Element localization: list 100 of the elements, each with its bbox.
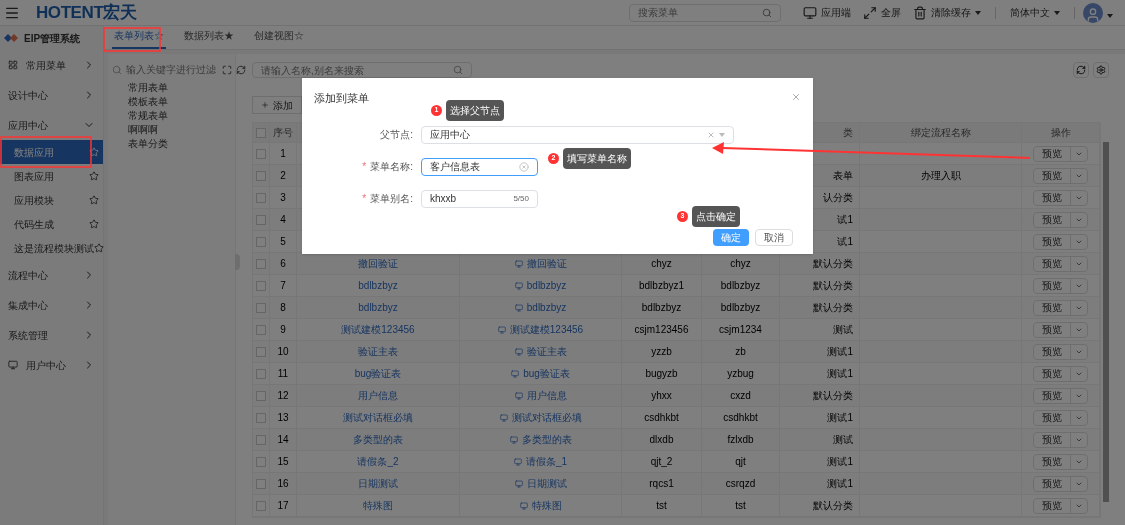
refresh-icon[interactable] bbox=[236, 64, 246, 75]
object-link[interactable]: 用户信息 bbox=[514, 388, 567, 403]
header-action[interactable]: 应用端 bbox=[803, 5, 851, 20]
tab[interactable]: 创建视图☆ bbox=[252, 28, 306, 49]
sidebar-item[interactable]: 应用中心 bbox=[0, 110, 103, 140]
form-link[interactable]: 多类型的表 bbox=[353, 432, 403, 447]
header-action[interactable]: 简体中文 bbox=[1010, 5, 1060, 20]
preview-button[interactable]: 预览 bbox=[1033, 321, 1088, 338]
sidebar-item[interactable]: 用户中心 bbox=[0, 350, 103, 380]
form-link[interactable]: 特殊图 bbox=[363, 498, 393, 513]
sidebar-item[interactable]: 集成中心 bbox=[0, 290, 103, 320]
object-link[interactable]: 特殊图 bbox=[519, 498, 562, 513]
preview-button[interactable]: 预览 bbox=[1033, 475, 1088, 492]
checkbox[interactable] bbox=[256, 456, 266, 467]
object-link[interactable]: 请假条_1 bbox=[513, 454, 568, 469]
sidebar-item[interactable]: 设计中心 bbox=[0, 80, 103, 110]
checkbox[interactable] bbox=[256, 324, 266, 335]
close-icon[interactable] bbox=[791, 92, 801, 102]
object-link[interactable]: bug验证表 bbox=[511, 366, 570, 381]
checkbox[interactable] bbox=[256, 500, 266, 511]
checkbox[interactable] bbox=[256, 412, 266, 423]
checkbox[interactable] bbox=[256, 390, 266, 401]
preview-button[interactable]: 预览 bbox=[1033, 145, 1088, 162]
sidebar-item[interactable]: 系统管理 bbox=[0, 320, 103, 350]
settings-button[interactable] bbox=[1093, 62, 1109, 78]
checkbox[interactable] bbox=[256, 346, 266, 357]
star-icon[interactable] bbox=[89, 171, 99, 181]
checkbox[interactable] bbox=[256, 258, 266, 269]
tree-item[interactable]: 常用表单 bbox=[128, 81, 168, 95]
text-field[interactable]: 客户信息表 bbox=[421, 157, 538, 176]
clear-icon[interactable] bbox=[707, 130, 715, 139]
preview-button[interactable]: 预览 bbox=[1033, 211, 1088, 228]
checkbox[interactable] bbox=[256, 192, 266, 203]
form-link[interactable]: 用户信息 bbox=[358, 388, 398, 403]
checkbox[interactable] bbox=[256, 368, 266, 379]
sidebar-subitem[interactable]: 数据应用 bbox=[0, 140, 103, 164]
checkbox[interactable] bbox=[256, 236, 266, 247]
cancel-button[interactable]: 取消 bbox=[755, 228, 793, 246]
preview-button[interactable]: 预览 bbox=[1033, 233, 1088, 250]
checkbox[interactable] bbox=[256, 478, 266, 489]
checkbox[interactable] bbox=[256, 434, 266, 445]
preview-button[interactable]: 预览 bbox=[1033, 387, 1088, 404]
preview-button[interactable]: 预览 bbox=[1033, 409, 1088, 426]
clear-icon[interactable] bbox=[519, 161, 529, 172]
preview-button[interactable]: 预览 bbox=[1033, 277, 1088, 294]
sidebar-subitem[interactable]: 这是流程模块测试 bbox=[0, 236, 103, 260]
refresh-button[interactable] bbox=[1073, 62, 1089, 78]
object-link[interactable]: 日期测试 bbox=[514, 476, 567, 491]
form-link[interactable]: 日期测试 bbox=[358, 476, 398, 491]
preview-button[interactable]: 预览 bbox=[1033, 299, 1088, 316]
preview-button[interactable]: 预览 bbox=[1033, 365, 1088, 382]
avatar[interactable] bbox=[1083, 2, 1103, 23]
object-link[interactable]: 验证主表 bbox=[514, 344, 567, 359]
object-link[interactable]: 测试建模123456 bbox=[497, 322, 584, 337]
parent-node-select[interactable]: 应用中心 bbox=[421, 125, 734, 144]
object-link[interactable]: 测试对话框必填 bbox=[499, 410, 582, 425]
form-link[interactable]: 请假条_2 bbox=[357, 454, 399, 469]
preview-button[interactable]: 预览 bbox=[1033, 497, 1088, 514]
add-button[interactable]: 添加 bbox=[252, 96, 302, 114]
form-link[interactable]: bdlbzbyz bbox=[358, 278, 398, 293]
object-link[interactable]: 撤回验证 bbox=[514, 256, 567, 271]
tree-item[interactable]: 常规表单 bbox=[128, 109, 168, 123]
form-link[interactable]: bug验证表 bbox=[354, 366, 402, 381]
preview-button[interactable]: 预览 bbox=[1033, 453, 1088, 470]
sidebar-item[interactable]: 常用菜单 bbox=[0, 50, 103, 80]
tree-item[interactable]: 啊啊啊 bbox=[128, 123, 158, 137]
object-link[interactable]: bdlbzbyz bbox=[514, 278, 567, 293]
star-icon[interactable] bbox=[89, 219, 99, 229]
checkbox[interactable] bbox=[256, 302, 266, 313]
tab[interactable]: 数据列表★ bbox=[182, 28, 236, 49]
sidebar-item[interactable]: 流程中心 bbox=[0, 260, 103, 290]
form-link[interactable]: 验证主表 bbox=[358, 344, 398, 359]
preview-button[interactable]: 预览 bbox=[1033, 255, 1088, 272]
sidebar-subitem[interactable]: 代码生成 bbox=[0, 212, 103, 236]
form-link[interactable]: 测试建模123456 bbox=[341, 322, 415, 337]
preview-button[interactable]: 预览 bbox=[1033, 189, 1088, 206]
scrollbar[interactable] bbox=[1103, 142, 1109, 502]
form-link[interactable]: bdlbzbyz bbox=[358, 300, 398, 315]
header-action[interactable]: 清除缓存 bbox=[913, 5, 981, 20]
text-field[interactable]: khxxb 5/50 bbox=[421, 189, 538, 208]
checkbox[interactable] bbox=[256, 280, 266, 291]
tree-item[interactable]: 模板表单 bbox=[128, 95, 168, 109]
object-link[interactable]: 多类型的表 bbox=[509, 432, 572, 447]
object-link[interactable]: bdlbzbyz bbox=[514, 300, 567, 315]
form-link[interactable]: 测试对话框必填 bbox=[343, 410, 413, 425]
checkbox[interactable] bbox=[256, 214, 266, 225]
tree-item[interactable]: 表单分类 bbox=[128, 137, 168, 151]
expand-icon[interactable] bbox=[222, 64, 232, 75]
preview-button[interactable]: 预览 bbox=[1033, 167, 1088, 184]
checkbox[interactable] bbox=[256, 170, 266, 181]
preview-button[interactable]: 预览 bbox=[1033, 343, 1088, 360]
preview-button[interactable]: 预览 bbox=[1033, 431, 1088, 448]
sidebar-subitem[interactable]: 应用模块 bbox=[0, 188, 103, 212]
form-link[interactable]: 撤回验证 bbox=[358, 256, 398, 271]
header-action[interactable]: 全屏 bbox=[863, 5, 901, 20]
star-icon[interactable] bbox=[94, 243, 104, 253]
sidebar-subitem[interactable]: 图表应用 bbox=[0, 164, 103, 188]
star-icon[interactable] bbox=[89, 195, 99, 205]
checkbox[interactable] bbox=[256, 148, 266, 159]
checkbox[interactable] bbox=[256, 127, 266, 138]
